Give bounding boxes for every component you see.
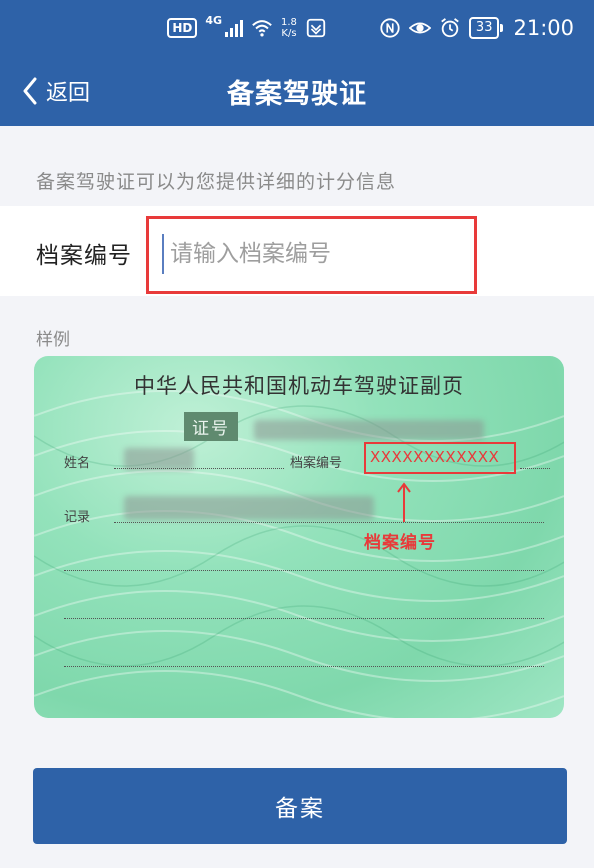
archive-number-label: 档案编号 bbox=[36, 243, 132, 269]
record-line-3 bbox=[64, 618, 544, 619]
archive-line bbox=[520, 468, 550, 469]
page-title: 备案驾驶证 bbox=[227, 79, 367, 110]
archive-number-row: 档案编号 bbox=[0, 206, 594, 296]
eye-icon bbox=[408, 22, 431, 34]
archive-number-input[interactable] bbox=[162, 234, 462, 274]
name-label: 姓名 bbox=[64, 456, 91, 471]
blurred-record bbox=[124, 496, 374, 520]
hd-badge: HD bbox=[167, 18, 198, 38]
app-notification-icon bbox=[306, 18, 326, 38]
hint-text: 备案驾驶证可以为您提供详细的计分信息 bbox=[36, 171, 397, 193]
battery-icon: 33 bbox=[468, 17, 503, 39]
record-line-1 bbox=[114, 522, 544, 523]
status-bar: HD 4G 1.8 K/s 33 21:00 bbox=[0, 0, 594, 56]
speed-unit: K/s bbox=[281, 28, 297, 39]
record-line-4 bbox=[64, 666, 544, 667]
name-line bbox=[114, 468, 284, 469]
wifi-icon bbox=[252, 20, 272, 37]
archive-number-card-label: 档案编号 bbox=[290, 456, 343, 471]
status-icons: HD 4G 1.8 K/s 33 21:00 bbox=[167, 12, 574, 44]
network-speed: 1.8 K/s bbox=[281, 17, 297, 39]
annotation-label: 档案编号 bbox=[364, 533, 436, 553]
alarm-icon bbox=[441, 18, 459, 38]
record-line-2 bbox=[64, 570, 544, 571]
nfc-icon bbox=[380, 18, 400, 38]
card-title: 中华人民共和国机动车驾驶证副页 bbox=[134, 374, 464, 398]
card-wave-pattern bbox=[34, 390, 564, 718]
sample-archive-number: XXXXXXXXXXXX bbox=[370, 448, 500, 466]
network-type: 4G bbox=[205, 14, 223, 27]
submit-button[interactable]: 备案 bbox=[33, 768, 567, 844]
battery-level: 33 bbox=[475, 20, 493, 35]
blurred-cert-number bbox=[254, 420, 484, 440]
sample-license-image: 中华人民共和国机动车驾驶证副页 证号 姓名 档案编号 XXXXXXXXXXXX … bbox=[34, 356, 564, 718]
status-time: 21:00 bbox=[513, 16, 574, 40]
arrow-up-icon bbox=[397, 482, 411, 522]
speed-value: 1.8 bbox=[281, 17, 297, 28]
sample-label: 样例 bbox=[36, 330, 70, 350]
record-label: 记录 bbox=[64, 510, 91, 525]
cert-number-label: 证号 bbox=[184, 412, 238, 441]
nav-bar: 返回 备案驾驶证 bbox=[0, 56, 594, 126]
signal-icon bbox=[225, 19, 244, 37]
blurred-name bbox=[124, 448, 194, 470]
